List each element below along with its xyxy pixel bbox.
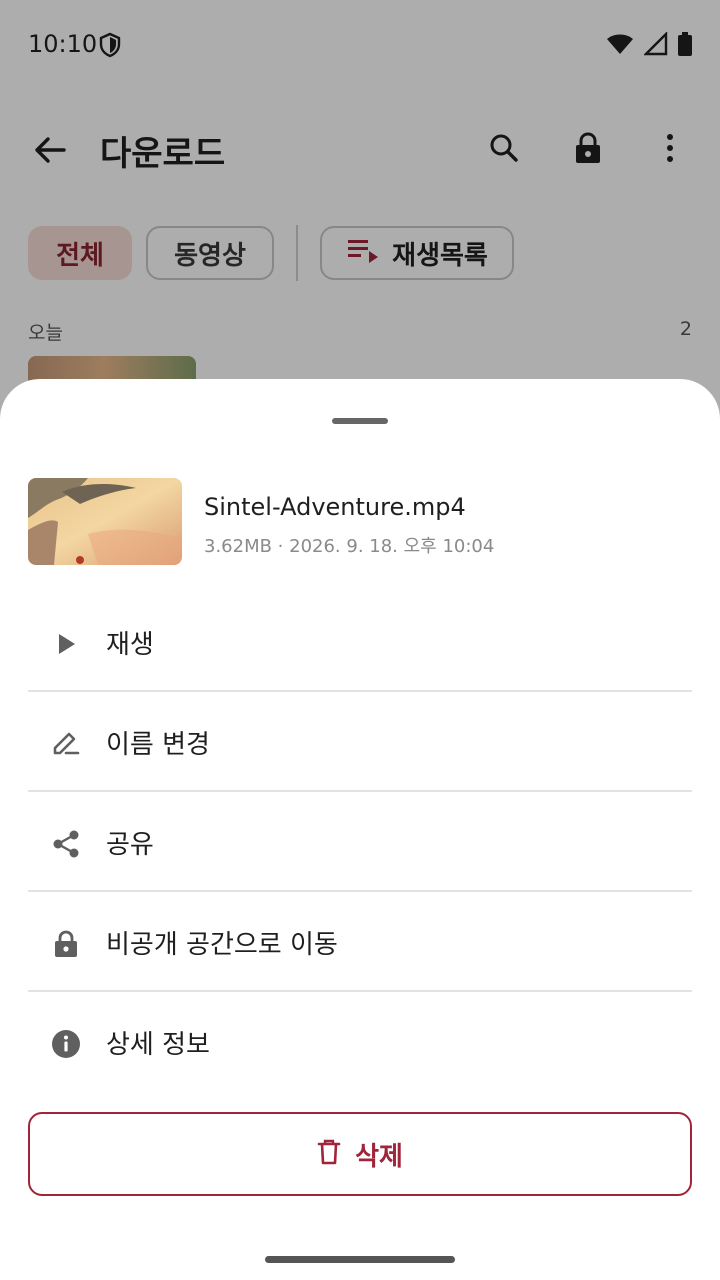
action-rename-label: 이름 변경: [106, 730, 210, 760]
edit-icon: [50, 728, 82, 760]
action-play-label: 재생: [106, 630, 154, 660]
trash-icon: [317, 1138, 341, 1170]
drag-handle[interactable]: [332, 418, 388, 424]
info-icon: [50, 1028, 82, 1060]
file-meta: 3.62MB · 2026. 9. 18. 오후 10:04: [204, 536, 495, 557]
screen: 10:10 다운로드 전체 동영상 재생목록 오늘 2 Sintel-Adven…: [0, 0, 720, 1280]
action-details-label: 상세 정보: [106, 1030, 210, 1060]
action-share[interactable]: 공유: [28, 792, 692, 892]
action-move-private[interactable]: 비공개 공간으로 이동: [28, 892, 692, 992]
delete-button[interactable]: 삭제: [28, 1112, 692, 1196]
lock-icon: [50, 928, 82, 960]
gesture-navigation-bar[interactable]: [265, 1256, 455, 1263]
action-play[interactable]: 재생: [28, 592, 692, 692]
play-icon: [50, 628, 82, 660]
file-header: Sintel-Adventure.mp4 3.62MB · 2026. 9. 1…: [28, 478, 692, 566]
action-details[interactable]: 상세 정보: [28, 992, 692, 1092]
action-move-private-label: 비공개 공간으로 이동: [106, 930, 338, 960]
bottom-sheet: Sintel-Adventure.mp4 3.62MB · 2026. 9. 1…: [0, 379, 720, 1280]
action-share-label: 공유: [106, 830, 154, 860]
delete-button-label: 삭제: [355, 1141, 403, 1172]
action-rename[interactable]: 이름 변경: [28, 692, 692, 792]
share-icon: [50, 828, 82, 860]
file-thumbnail: [28, 478, 182, 565]
file-name: Sintel-Adventure.mp4: [204, 493, 466, 521]
